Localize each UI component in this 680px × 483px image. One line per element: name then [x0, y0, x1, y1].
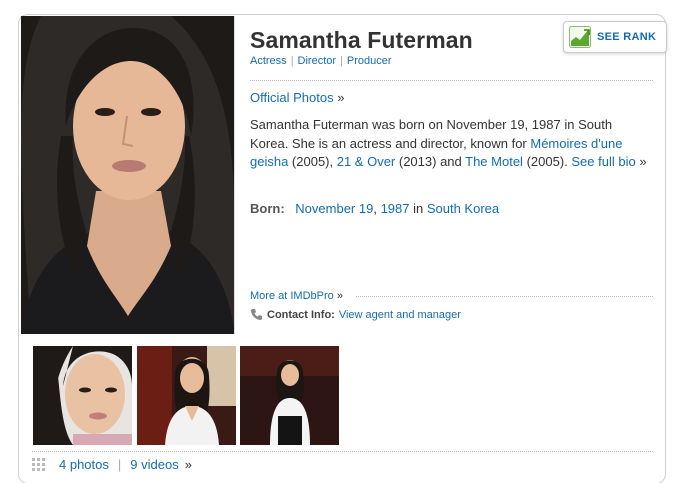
job-categories: Actress | Director | Producer	[250, 55, 392, 67]
photo-thumbnail[interactable]	[137, 346, 236, 445]
imdbpro-link[interactable]: More at IMDbPro	[250, 290, 334, 302]
job-actress-link[interactable]: Actress	[250, 55, 287, 67]
born-label: Born:	[250, 201, 285, 216]
videos-arrow: »	[184, 457, 192, 472]
videos-count-link[interactable]: 9 videos	[130, 457, 178, 472]
see-rank-label: SEE RANK	[597, 31, 657, 43]
job-separator: |	[340, 55, 343, 67]
divider	[356, 296, 653, 297]
media-strip-footer: 4 photos | 9 videos »	[32, 457, 192, 472]
official-photos: Official Photos »	[250, 90, 344, 105]
imdbpro-arrow: »	[336, 290, 343, 302]
job-separator: |	[290, 55, 294, 67]
divider	[250, 80, 653, 81]
bio-year: (2013) and	[395, 154, 466, 169]
phone-icon	[251, 309, 262, 320]
full-bio-arrow: »	[639, 154, 647, 169]
official-photos-arrow: »	[337, 90, 345, 105]
photo-thumbnail[interactable]	[33, 346, 132, 445]
main-headshot-photo[interactable]	[21, 16, 235, 334]
divider	[32, 451, 653, 452]
bio-year: (2005).	[522, 154, 572, 169]
job-producer-link[interactable]: Producer	[347, 55, 392, 67]
photos-count-link[interactable]: 4 photos	[59, 457, 109, 472]
born-comma: ,	[373, 201, 381, 216]
film-link-21-and-over[interactable]: 21 & Over	[337, 154, 396, 169]
person-name: Samantha Futerman	[250, 27, 473, 53]
see-rank-button[interactable]: SEE RANK	[563, 21, 667, 53]
media-separator: |	[117, 457, 122, 472]
grid-icon	[32, 458, 45, 471]
official-photos-link[interactable]: Official Photos	[250, 90, 334, 105]
full-bio-link[interactable]: See full bio	[571, 154, 635, 169]
birth-date-link[interactable]: November 19	[295, 201, 373, 216]
born-in-text: in	[409, 201, 427, 216]
rank-chart-icon	[569, 26, 591, 48]
contact-info: Contact Info: View agent and manager	[250, 308, 461, 321]
job-director-link[interactable]: Director	[298, 55, 337, 67]
imdbpro-more: More at IMDbPro »	[250, 290, 343, 302]
film-link-the-motel[interactable]: The Motel	[465, 154, 523, 169]
bio-summary: Samantha Futerman was born on November 1…	[250, 116, 648, 172]
photo-thumbnail[interactable]	[240, 346, 339, 445]
contact-info-label: Contact Info:	[267, 308, 335, 321]
bio-year: (2005),	[288, 154, 337, 169]
birth-place-link[interactable]: South Korea	[427, 201, 499, 216]
view-agent-link[interactable]: View agent and manager	[339, 309, 461, 321]
birth-year-link[interactable]: 1987	[381, 201, 410, 216]
born-info: Born: November 19, 1987 in South Korea	[250, 201, 499, 216]
